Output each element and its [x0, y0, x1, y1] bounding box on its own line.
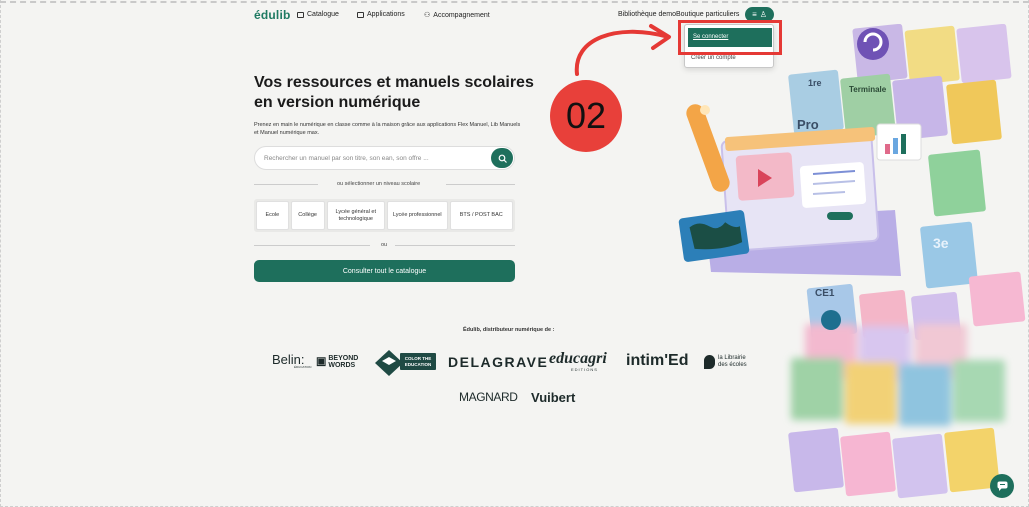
search-button[interactable] [491, 148, 513, 168]
level-selector: Ecole Collège Lycée général et technolog… [254, 199, 515, 232]
search-bar[interactable]: Rechercher un manuel par son titre, son … [254, 146, 515, 170]
card-label-terminale: Terminale [849, 85, 887, 94]
edulib-logo[interactable]: édulib [254, 8, 291, 22]
nav-accompagnement-label: Accompagnement [433, 11, 490, 19]
or-label: ou [381, 242, 388, 248]
beyond-words-logo: ▣ BEYOND WORDS [316, 355, 358, 369]
card-label-ce1: CE1 [815, 288, 835, 299]
divider-left [254, 184, 318, 185]
color-the-line2: EDUCATION [405, 362, 431, 367]
level-ecole[interactable]: Ecole [256, 201, 289, 230]
color-the-education-logo: COLOR THE EDUCATION [375, 350, 436, 376]
level-college[interactable]: Collège [290, 201, 325, 230]
nav-applications-label: Applications [367, 11, 405, 18]
nav-applications[interactable]: Applications [357, 11, 405, 18]
nav-demo-library[interactable]: Bibliothèque demo [618, 11, 676, 18]
chat-button[interactable] [990, 474, 1014, 498]
divider-right [446, 184, 515, 185]
magnard-logo: MAGNARD [459, 390, 518, 404]
nav-accompagnement[interactable]: ⚇ Accompagnement [424, 11, 490, 20]
search-icon [498, 154, 507, 163]
card-label-pro: Pro [797, 117, 819, 132]
educagri-logo-text: educagri [549, 350, 607, 367]
beyond-words-line1: BEYOND [328, 355, 359, 362]
vuibert-logo: Vuibert [531, 390, 576, 405]
hero-illustration: 1re Pro Terminale 3e CE1 [678, 24, 1026, 499]
hero-title: Vos ressources et manuels scolaires en v… [254, 74, 534, 111]
book-icon [297, 11, 304, 18]
chat-icon [997, 481, 1007, 491]
search-input[interactable]: Rechercher un manuel par son titre, son … [264, 155, 429, 162]
level-lycee-pro[interactable]: Lycée professionnel [387, 201, 448, 230]
top-dashed-border [0, 1, 1029, 3]
delagrave-logo: DELAGRAVE [448, 354, 549, 370]
card-label-1re: 1re [808, 78, 822, 88]
hamburger-icon: ≡ [752, 10, 757, 19]
partners-title: Édulib, distributeur numérique de : [463, 327, 555, 333]
top-navigation: édulib Catalogue Applications ⚇ Accompag… [0, 6, 1029, 24]
educagri-logo: educagri EDITIONS [549, 350, 607, 372]
level-lycee-general[interactable]: Lycée général et technologique [326, 201, 386, 230]
beyond-words-line2: WORDS [328, 362, 356, 369]
or-divider-left [254, 245, 370, 246]
educagri-sub: EDITIONS [571, 367, 598, 372]
card-label-3e: 3e [933, 235, 949, 251]
users-icon: ⚇ [424, 12, 431, 19]
or-divider-right [395, 245, 515, 246]
nav-catalogue-label: Catalogue [307, 11, 339, 18]
hero-description: Prenez en main le numérique en classe co… [254, 122, 521, 136]
color-the-line1: COLOR THE [405, 356, 432, 361]
nav-catalogue[interactable]: Catalogue [297, 11, 339, 18]
grid-icon [357, 11, 364, 18]
view-catalog-button[interactable]: Consulter tout le catalogue [254, 260, 515, 282]
step-badge: 02 [550, 80, 622, 152]
books-icon: ▣ [316, 355, 327, 368]
level-select-label: ou sélectionner un niveau scolaire [337, 181, 421, 187]
user-icon: ♙ [759, 10, 767, 19]
level-bts[interactable]: BTS / POST BAC [449, 201, 513, 230]
belin-logo-sub: ÉDUCATION [294, 365, 312, 369]
nav-shop[interactable]: Boutique particuliers [676, 11, 739, 18]
belin-logo: Belin: ÉDUCATION [272, 352, 312, 369]
